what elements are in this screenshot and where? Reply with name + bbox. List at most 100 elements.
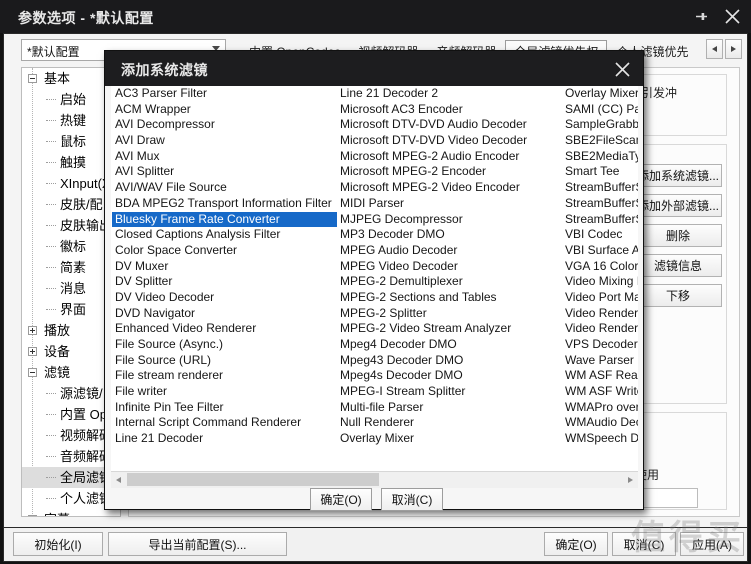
filter-list-item[interactable]: Video Renderer: [562, 321, 638, 337]
filter-list-item[interactable]: Video Port Manager: [562, 290, 638, 306]
ok-button[interactable]: 确定(O): [544, 532, 608, 556]
filter-list-item[interactable]: VGA 16 Color Ditherer: [562, 259, 638, 275]
filter-list-item[interactable]: VPS Decoder: [562, 337, 638, 353]
expand-toggle-icon[interactable]: [28, 515, 37, 516]
filter-list-item[interactable]: WMAPro over S/PDIF: [562, 400, 638, 416]
filter-list-item[interactable]: Overlay Mixer: [337, 431, 562, 447]
filter-list-item[interactable]: Mpeg4s Decoder DMO: [337, 368, 562, 384]
filter-list-item[interactable]: MP3 Decoder DMO: [337, 227, 562, 243]
filter-list-item[interactable]: Mpeg43 Decoder DMO: [337, 353, 562, 369]
filter-list-item[interactable]: File Source (Async.): [112, 337, 337, 353]
filter-list-item[interactable]: Line 21 Decoder 2: [337, 86, 562, 102]
filter-list-item[interactable]: DVD Navigator: [112, 306, 337, 322]
scrollbar-thumb[interactable]: [127, 473, 379, 486]
filter-list-item[interactable]: File stream renderer: [112, 368, 337, 384]
filter-list-item[interactable]: Microsoft MPEG-2 Video Encoder: [337, 180, 562, 196]
filter-list-item[interactable]: MPEG Video Decoder: [337, 259, 562, 275]
expand-toggle-icon[interactable]: [28, 347, 37, 356]
dialog-cancel-button[interactable]: 取消(C): [381, 488, 443, 511]
filter-list-item[interactable]: Enhanced Video Renderer: [112, 321, 337, 337]
chevron-right-icon[interactable]: [725, 39, 742, 59]
dialog-ok-button[interactable]: 确定(O): [310, 488, 372, 511]
filter-list-item[interactable]: Null Renderer: [337, 415, 562, 431]
filter-list-item[interactable]: Video Mixing Renderer 9: [562, 274, 638, 290]
filter-list-item[interactable]: Overlay Mixer2: [562, 86, 638, 102]
filter-list-item[interactable]: Internal Script Command Renderer: [112, 415, 337, 431]
filter-list-item[interactable]: File writer: [112, 384, 337, 400]
filter-list-item[interactable]: DV Muxer: [112, 259, 337, 275]
filter-list-item[interactable]: SBE2MediaTypeProfile: [562, 149, 638, 165]
filter-list-item[interactable]: Microsoft AC3 Encoder: [337, 102, 562, 118]
filter-list-item[interactable]: Microsoft DTV-DVD Audio Decoder: [337, 117, 562, 133]
filter-list-item[interactable]: WMAudio Decoder DMO: [562, 415, 638, 431]
tree-dash: [46, 456, 56, 458]
filter-list-item[interactable]: VBI Codec: [562, 227, 638, 243]
chevron-left-icon[interactable]: [706, 39, 723, 59]
filter-list-item[interactable]: Bluesky Frame Rate Converter: [112, 211, 337, 228]
filter-list-item[interactable]: MPEG-I Stream Splitter: [337, 384, 562, 400]
collapse-toggle-icon[interactable]: [28, 74, 37, 83]
add-system-filter-button[interactable]: 添加系统滤镜...: [634, 164, 722, 187]
filter-list-item[interactable]: AVI Mux: [112, 149, 337, 165]
filter-list-item[interactable]: Infinite Pin Tee Filter: [112, 400, 337, 416]
filter-list-item[interactable]: Color Space Converter: [112, 243, 337, 259]
expand-toggle-icon[interactable]: [28, 326, 37, 335]
filter-list-item[interactable]: AVI Splitter: [112, 164, 337, 180]
filter-list[interactable]: AC3 Parser Filter ACM Wrapper AVI Decompre…: [111, 86, 638, 471]
horizontal-scrollbar[interactable]: [111, 471, 638, 488]
cancel-button[interactable]: 取消(C): [612, 532, 676, 556]
filter-list-item[interactable]: MPEG-2 Splitter: [337, 306, 562, 322]
pin-icon[interactable]: [689, 4, 711, 28]
delete-filter-button[interactable]: 删除: [634, 224, 722, 247]
filter-list-item[interactable]: MPEG-2 Sections and Tables: [337, 290, 562, 306]
filter-list-item[interactable]: WMSpeech Decoder DMO: [562, 431, 638, 447]
filter-list-item[interactable]: Closed Captions Analysis Filter: [112, 227, 337, 243]
filter-list-item[interactable]: AC3 Parser Filter: [112, 86, 337, 102]
filter-list-item[interactable]: MJPEG Decompressor: [337, 212, 562, 228]
close-icon[interactable]: [610, 57, 634, 81]
filter-list-item[interactable]: Microsoft DTV-DVD Video Decoder: [337, 133, 562, 149]
filter-list-item[interactable]: WM ASF Writer: [562, 384, 638, 400]
filter-list-item[interactable]: Smart Tee: [562, 164, 638, 180]
filter-list-item[interactable]: MIDI Parser: [337, 196, 562, 212]
arrow-right-icon[interactable]: [623, 472, 638, 487]
initialize-button[interactable]: 初始化(I): [13, 532, 103, 556]
filter-list-item[interactable]: ACM Wrapper: [112, 102, 337, 118]
filter-list-item[interactable]: StreamBufferSource: [562, 212, 638, 228]
filter-list-item[interactable]: Line 21 Decoder: [112, 431, 337, 447]
filter-list-item[interactable]: Microsoft MPEG-2 Audio Encoder: [337, 149, 562, 165]
collapse-toggle-icon[interactable]: [28, 368, 37, 377]
filter-list-item[interactable]: VBI Surface Allocator: [562, 243, 638, 259]
filter-list-item[interactable]: Multi-file Parser: [337, 400, 562, 416]
close-icon[interactable]: [721, 4, 743, 28]
filter-list-item[interactable]: DV Splitter: [112, 274, 337, 290]
filter-list-item[interactable]: SAMI (CC) Parser: [562, 102, 638, 118]
arrow-left-icon[interactable]: [111, 472, 126, 487]
move-down-button[interactable]: 下移: [634, 284, 722, 307]
tree-item-label: 皮肤/配: [60, 197, 103, 212]
filter-list-item[interactable]: StreamBufferSink: [562, 180, 638, 196]
tree-dash: [46, 498, 56, 500]
filter-list-item[interactable]: MPEG Audio Decoder: [337, 243, 562, 259]
filter-list-item[interactable]: SampleGrabber: [562, 117, 638, 133]
filter-list-item[interactable]: SBE2FileScan: [562, 133, 638, 149]
filter-list-item[interactable]: MPEG-2 Video Stream Analyzer: [337, 321, 562, 337]
filter-list-item[interactable]: WM ASF Reader: [562, 368, 638, 384]
filter-list-item[interactable]: Mpeg4 Decoder DMO: [337, 337, 562, 353]
filter-list-item[interactable]: MPEG-2 Demultiplexer: [337, 274, 562, 290]
add-external-filter-button[interactable]: 添加外部滤镜...: [634, 194, 722, 217]
filter-list-item[interactable]: BDA MPEG2 Transport Information Filter: [112, 196, 337, 212]
filter-list-item[interactable]: AVI Decompressor: [112, 117, 337, 133]
filter-list-item[interactable]: AVI Draw: [112, 133, 337, 149]
filter-info-button[interactable]: 滤镜信息: [634, 254, 722, 277]
filter-list-item[interactable]: Wave Parser: [562, 353, 638, 369]
tree-item-label: 滤镜: [44, 365, 71, 380]
apply-button[interactable]: 应用(A): [680, 532, 744, 556]
filter-list-item[interactable]: Microsoft MPEG-2 Encoder: [337, 164, 562, 180]
export-config-button[interactable]: 导出当前配置(S)...: [108, 532, 287, 556]
filter-list-item[interactable]: DV Video Decoder: [112, 290, 337, 306]
filter-list-item[interactable]: File Source (URL): [112, 353, 337, 369]
filter-list-item[interactable]: AVI/WAV File Source: [112, 180, 337, 196]
filter-list-item[interactable]: StreamBufferSink2: [562, 196, 638, 212]
filter-list-item[interactable]: Video Renderer: [562, 306, 638, 322]
